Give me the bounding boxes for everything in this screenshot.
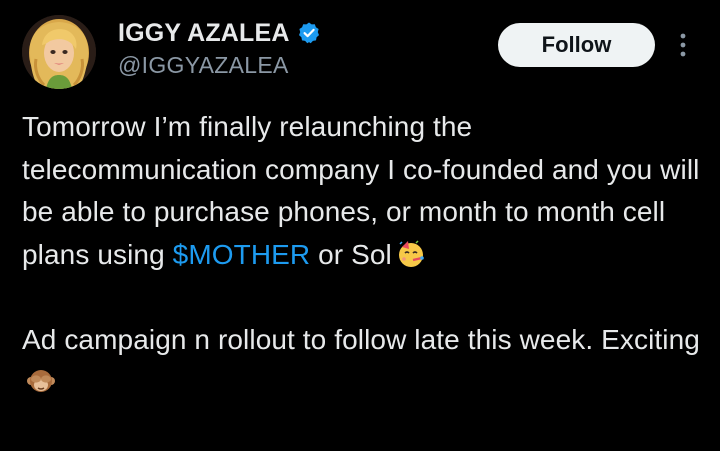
tweet-text-segment: Ad campaign n rollout to follow late thi… xyxy=(22,323,700,355)
partying-face-emoji xyxy=(396,239,426,269)
tweet-paragraph-1: Tomorrow I’m finally relaunching the tel… xyxy=(22,106,712,276)
avatar[interactable] xyxy=(22,15,96,89)
tweet-text-segment: or Sol xyxy=(310,238,392,270)
author-name-row: IGGY AZALEA xyxy=(118,16,321,50)
avatar-illustration xyxy=(22,15,96,89)
cashtag-link[interactable]: $MOTHER xyxy=(173,239,311,270)
author-display-name[interactable]: IGGY AZALEA xyxy=(118,19,290,48)
verified-badge-icon xyxy=(297,21,321,45)
see-no-evil-monkey-emoji xyxy=(26,366,56,396)
author-handle[interactable]: @IGGYAZALEA xyxy=(118,52,289,79)
follow-button[interactable]: Follow xyxy=(498,23,655,67)
more-options-icon[interactable] xyxy=(672,26,694,64)
tweet-paragraph-2: Ad campaign n rollout to follow late thi… xyxy=(22,319,712,404)
tweet-card: IGGY AZALEA @IGGYAZALEA Follow Tomorrow … xyxy=(0,0,720,451)
tweet-text: Tomorrow I’m finally relaunching the tel… xyxy=(22,106,712,404)
